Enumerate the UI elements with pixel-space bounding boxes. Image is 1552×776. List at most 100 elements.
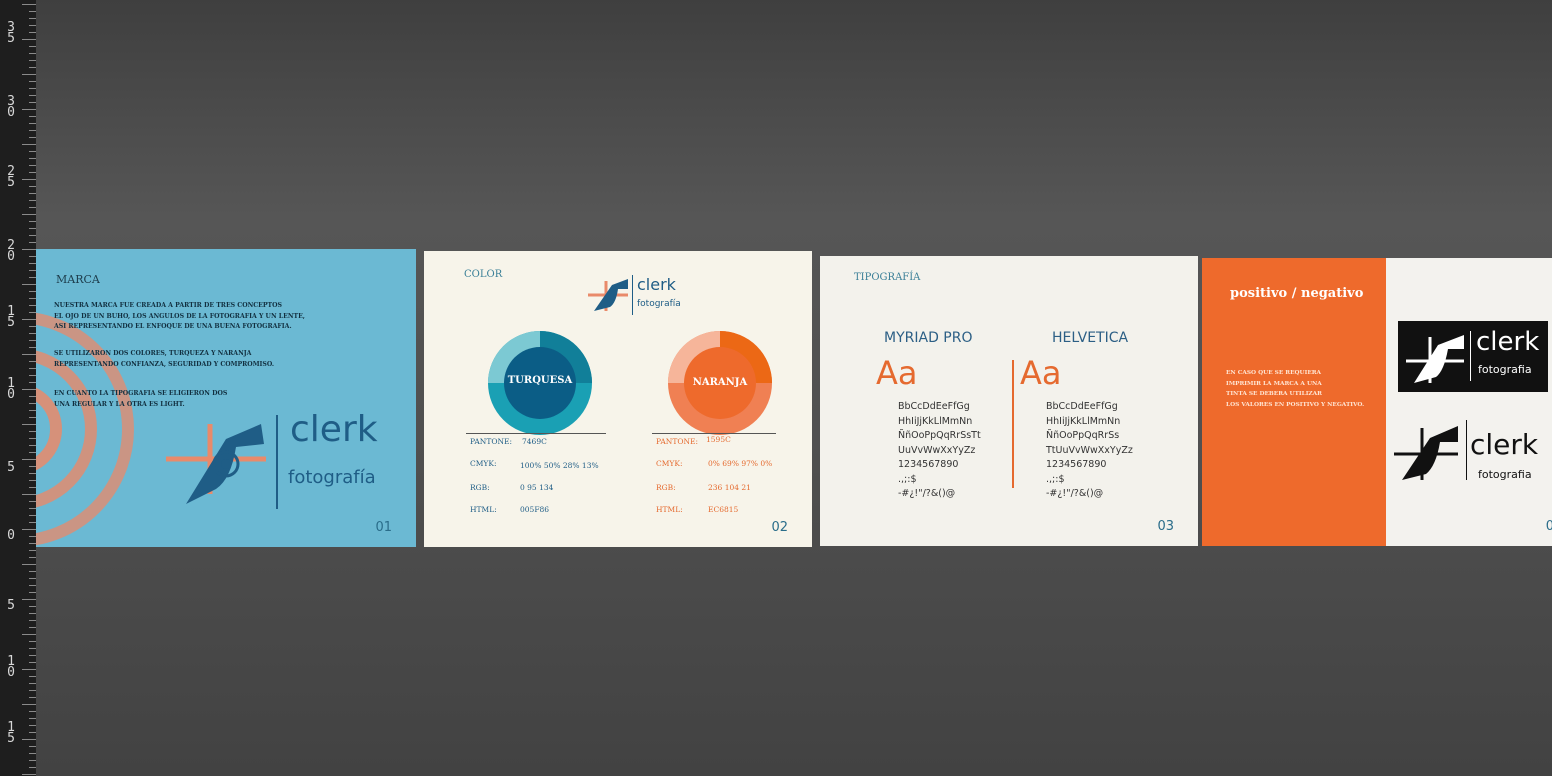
clerk-logo-mark bbox=[166, 424, 266, 504]
swatch-label: TURQUESA bbox=[507, 375, 573, 386]
glyph-line: BbCcDdEeFfGg bbox=[1046, 401, 1118, 412]
ruler-tick bbox=[29, 431, 36, 432]
ruler-tick bbox=[22, 389, 36, 390]
glyph-line: ÑñOoPpQqRrSsTt bbox=[898, 430, 981, 441]
ruler-tick bbox=[29, 760, 36, 761]
spec-value: 236 104 21 bbox=[708, 483, 751, 492]
ruler-tick bbox=[29, 711, 36, 712]
ruler-tick bbox=[29, 613, 36, 614]
spec-value: 005F86 bbox=[520, 505, 550, 514]
ruler-tick bbox=[22, 424, 36, 425]
page-number: 03 bbox=[1157, 519, 1174, 534]
logo-word: clerk bbox=[290, 409, 378, 450]
ruler-tick bbox=[29, 158, 36, 159]
text-line: IMPRIMIR LA MARCA A UNA bbox=[1226, 380, 1322, 387]
ruler-tick bbox=[29, 417, 36, 418]
ruler-tick bbox=[29, 438, 36, 439]
spec-label: PANTONE: bbox=[470, 437, 513, 446]
glyph-line: HhIiJjKkLlMmNn bbox=[1046, 415, 1121, 427]
text-line: SE UTILIZARON DOS COLORES, TURQUEZA Y NA… bbox=[54, 350, 252, 357]
font-sample-aa: Aa bbox=[876, 354, 918, 392]
glyph-line: -#¿!"/?&()@ bbox=[898, 488, 956, 499]
ruler-tick bbox=[29, 746, 36, 747]
ruler-tick bbox=[29, 522, 36, 523]
ruler-tick bbox=[22, 704, 36, 705]
board-color: COLOR clerk fotografía TURQUESA NARANJA … bbox=[424, 251, 812, 547]
ruler-tick bbox=[29, 151, 36, 152]
ruler-tick bbox=[29, 165, 36, 166]
ruler-tick bbox=[29, 571, 36, 572]
glyph-line: 1234567890 bbox=[898, 459, 959, 470]
text-line: LOS VALORES EN POSITIVO Y NEGATIVO. bbox=[1226, 401, 1365, 408]
text-line: ASI REPRESENTANDO EL ENFOQUE DE UNA BUEN… bbox=[54, 323, 292, 330]
paragraph-typography: EN CUANTO LA TIPOGRAFIA SE ELIGIERON DOS… bbox=[54, 389, 334, 410]
glyph-line: TtUuVvWwXxYyZz bbox=[1046, 444, 1133, 456]
ruler-tick bbox=[29, 326, 36, 327]
ruler-tick bbox=[29, 382, 36, 383]
font-divider bbox=[1012, 360, 1014, 488]
ruler-tick bbox=[22, 4, 36, 5]
ruler-tick bbox=[22, 284, 36, 285]
ruler-tick bbox=[22, 214, 36, 215]
logo-divider bbox=[276, 415, 278, 509]
ruler-tick bbox=[29, 130, 36, 131]
spec-label: RGB: bbox=[656, 483, 676, 492]
ruler-tick bbox=[29, 627, 36, 628]
ruler-tick bbox=[29, 53, 36, 54]
divider bbox=[466, 433, 606, 434]
ruler-label: 5 bbox=[7, 598, 15, 613]
ruler-tick bbox=[29, 11, 36, 12]
ruler-tick bbox=[29, 480, 36, 481]
ruler-tick bbox=[29, 550, 36, 551]
ruler-tick bbox=[29, 641, 36, 642]
ruler-label: 10 bbox=[7, 654, 15, 680]
ruler-tick bbox=[29, 172, 36, 173]
ruler-tick bbox=[29, 200, 36, 201]
ruler-tick bbox=[29, 298, 36, 299]
ruler-tick bbox=[29, 753, 36, 754]
ruler-tick bbox=[29, 452, 36, 453]
ruler-tick bbox=[29, 557, 36, 558]
ruler-tick bbox=[29, 410, 36, 411]
ruler-label: 0 bbox=[7, 528, 15, 543]
spec-label: CMYK: bbox=[656, 459, 683, 468]
board-title: COLOR bbox=[464, 269, 503, 280]
logo-word: clerk bbox=[637, 275, 676, 294]
spec-label: RGB: bbox=[470, 483, 490, 492]
logo-divider bbox=[1470, 331, 1471, 381]
glyph-line: HhIiJjKkLlMmNn bbox=[898, 415, 973, 427]
ruler-tick bbox=[29, 375, 36, 376]
text-line: NUESTRA MARCA FUE CREADA A PARTIR DE TRE… bbox=[54, 302, 283, 309]
ruler-tick bbox=[29, 676, 36, 677]
glyph-line: 1234567890 bbox=[1046, 459, 1107, 470]
ruler-tick bbox=[29, 697, 36, 698]
glyph-line: ÑñOoPpQqRrSs bbox=[1046, 430, 1120, 441]
ruler-tick bbox=[29, 501, 36, 502]
divider bbox=[652, 433, 776, 434]
spec-value: 0% 69% 97% 0% bbox=[708, 459, 773, 468]
logo-subtitle: fotografia bbox=[1478, 468, 1532, 481]
ruler-tick bbox=[29, 592, 36, 593]
ruler-label: 15 bbox=[7, 720, 15, 746]
ruler-tick bbox=[29, 683, 36, 684]
ruler-tick bbox=[29, 473, 36, 474]
font-name: HELVETICA bbox=[1052, 330, 1129, 346]
glyph-line: .,;:$ bbox=[898, 473, 917, 485]
ruler-tick bbox=[22, 494, 36, 495]
ruler-tick bbox=[22, 319, 36, 320]
ruler-tick bbox=[22, 599, 36, 600]
text-line: EN CUANTO LA TIPOGRAFIA SE ELIGIERON DOS bbox=[54, 390, 228, 397]
ruler-tick bbox=[29, 228, 36, 229]
spec-value: EC6815 bbox=[708, 505, 739, 514]
ruler-tick bbox=[29, 620, 36, 621]
ruler-tick bbox=[29, 25, 36, 26]
ruler-tick bbox=[29, 242, 36, 243]
ruler-tick bbox=[22, 669, 36, 670]
board-positivo-negativo: positivo / negativo EN CASO QUE SE REQUI… bbox=[1202, 258, 1552, 546]
ruler-tick bbox=[29, 235, 36, 236]
ruler-tick bbox=[29, 368, 36, 369]
ruler-tick bbox=[22, 109, 36, 110]
spec-value: 0 95 134 bbox=[520, 483, 554, 492]
ruler-tick bbox=[29, 291, 36, 292]
swatch-label: NARANJA bbox=[692, 377, 748, 388]
